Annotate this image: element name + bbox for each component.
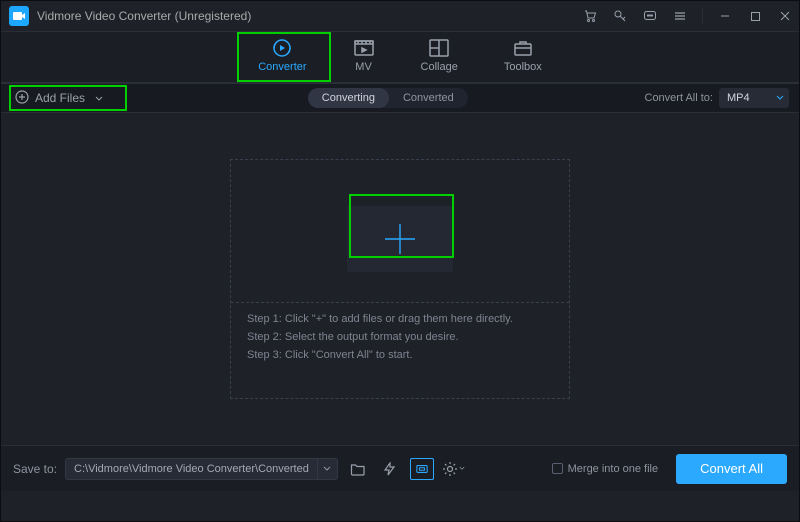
add-files-button[interactable]: Add Files <box>11 87 131 110</box>
maximize-icon[interactable] <box>747 8 763 24</box>
toolbox-icon <box>512 38 534 58</box>
status-pills: Converting Converted <box>308 88 468 108</box>
sub-toolbar: Add Files Converting Converted Convert A… <box>1 83 799 113</box>
tab-collage[interactable]: Collage <box>411 38 468 82</box>
plus-circle-icon <box>15 90 29 107</box>
minimize-icon[interactable] <box>717 8 733 24</box>
tab-converter[interactable]: Converter <box>248 38 316 82</box>
mv-icon <box>353 38 375 58</box>
convert-all-button[interactable]: Convert All <box>676 454 787 484</box>
gpu-accel-toggle[interactable] <box>410 458 434 480</box>
checkbox-icon <box>552 463 563 474</box>
instructions: Step 1: Click "+" to add files or drag t… <box>231 302 569 375</box>
convert-all-to-label: Convert All to: <box>645 92 713 104</box>
main-area: Step 1: Click "+" to add files or drag t… <box>1 113 799 445</box>
tab-converter-label: Converter <box>258 61 306 73</box>
key-icon[interactable] <box>612 8 628 24</box>
converter-icon <box>271 38 293 58</box>
output-format-value: MP4 <box>727 92 750 104</box>
settings-button[interactable] <box>442 458 466 480</box>
save-to-path-value: C:\Vidmore\Vidmore Video Converter\Conve… <box>66 463 317 475</box>
pill-converted[interactable]: Converted <box>389 88 468 108</box>
app-logo <box>9 6 29 26</box>
chevron-down-icon <box>776 92 784 104</box>
output-format-select[interactable]: MP4 <box>719 88 789 108</box>
close-icon[interactable] <box>777 8 793 24</box>
pill-converting[interactable]: Converting <box>308 88 389 108</box>
open-folder-button[interactable] <box>346 458 370 480</box>
drop-zone[interactable]: Step 1: Click "+" to add files or drag t… <box>230 159 570 399</box>
main-tabs: Converter MV Collage Toolbox <box>1 31 799 83</box>
high-speed-toggle[interactable] <box>378 458 402 480</box>
tab-mv[interactable]: MV <box>343 38 385 82</box>
add-files-big-button[interactable] <box>347 206 453 272</box>
window-title: Vidmore Video Converter (Unregistered) <box>37 9 251 23</box>
save-to-path-field[interactable]: C:\Vidmore\Vidmore Video Converter\Conve… <box>65 458 338 480</box>
tab-collage-label: Collage <box>421 61 458 73</box>
cart-icon[interactable] <box>582 8 598 24</box>
convert-all-to: Convert All to: MP4 <box>645 88 789 108</box>
bottom-bar: Save to: C:\Vidmore\Vidmore Video Conver… <box>1 445 799 491</box>
tab-toolbox-label: Toolbox <box>504 61 542 73</box>
collage-icon <box>428 38 450 58</box>
titlebar: Vidmore Video Converter (Unregistered) <box>1 1 799 31</box>
step-3: Step 3: Click "Convert All" to start. <box>247 349 553 361</box>
feedback-icon[interactable] <box>642 8 658 24</box>
add-files-label: Add Files <box>35 91 85 105</box>
step-1: Step 1: Click "+" to add files or drag t… <box>247 313 553 325</box>
chevron-down-icon <box>95 91 103 105</box>
chevron-down-icon[interactable] <box>317 458 337 480</box>
save-to-label: Save to: <box>13 462 57 476</box>
tab-toolbox[interactable]: Toolbox <box>494 38 552 82</box>
merge-label: Merge into one file <box>568 463 659 475</box>
merge-checkbox[interactable]: Merge into one file <box>552 463 659 475</box>
menu-icon[interactable] <box>672 8 688 24</box>
tab-mv-label: MV <box>355 61 372 73</box>
step-2: Step 2: Select the output format you des… <box>247 331 553 343</box>
